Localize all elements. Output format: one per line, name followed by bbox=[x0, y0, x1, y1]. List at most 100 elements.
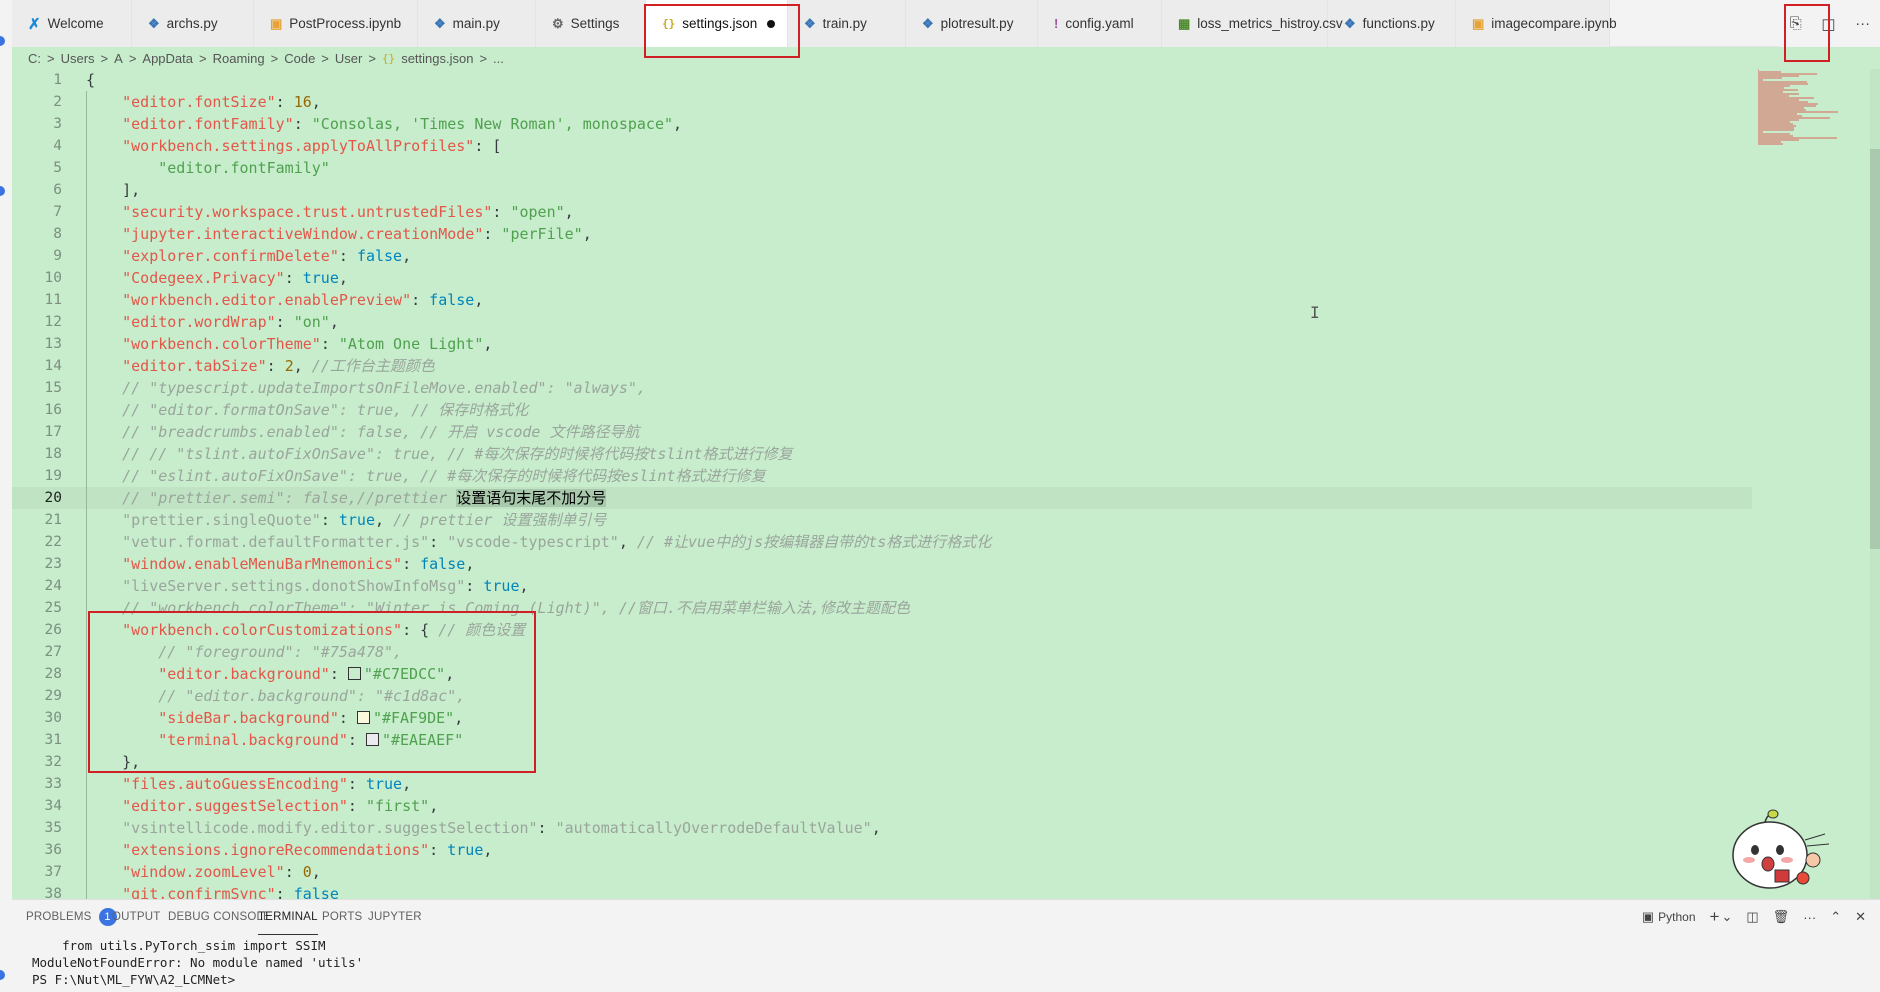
code-token: "editor.suggestSelection" bbox=[122, 797, 348, 815]
more-actions-icon[interactable]: ··· bbox=[1855, 15, 1870, 32]
code-line[interactable]: 17 // "breadcrumbs.enabled": false, // 开… bbox=[12, 421, 1752, 443]
open-changes-icon[interactable]: ⎘ bbox=[1790, 15, 1802, 32]
mascot-sticker-icon bbox=[1732, 809, 1830, 889]
chevron-down-icon[interactable]: ⌄ bbox=[1721, 909, 1732, 925]
breadcrumb-item[interactable]: A bbox=[114, 51, 123, 66]
tab-main-py[interactable]: ❖ main.py bbox=[418, 0, 536, 47]
breadcrumb-item[interactable]: settings.json bbox=[401, 51, 473, 66]
code-line[interactable]: 8 "jupyter.interactiveWindow.creationMod… bbox=[12, 223, 1752, 245]
split-editor-icon[interactable]: ◫ bbox=[1821, 15, 1835, 33]
panel-tab-problems[interactable]: PROBLEMS 1 bbox=[26, 900, 117, 934]
minimap[interactable] bbox=[1754, 69, 1854, 149]
panel-tab-debug-console[interactable]: DEBUG CONSOLE bbox=[168, 900, 271, 934]
line-number: 8 bbox=[53, 226, 62, 242]
code-line[interactable]: 38 "git.confirmSync": false bbox=[12, 883, 1752, 899]
code-line[interactable]: 34 "editor.suggestSelection": "first", bbox=[12, 795, 1752, 817]
code-token: : bbox=[284, 863, 303, 881]
terminal-name[interactable]: Python bbox=[1658, 910, 1695, 924]
code-line[interactable]: 23 "window.enableMenuBarMnemonics": fals… bbox=[12, 553, 1752, 575]
tab-archs-py[interactable]: ❖ archs.py bbox=[132, 0, 254, 47]
code-line[interactable]: 6 ], bbox=[12, 179, 1752, 201]
code-line[interactable]: 37 "window.zoomLevel": 0, bbox=[12, 861, 1752, 883]
code-editor[interactable]: 38 "git.confirmSync": false 37 "window.zo… bbox=[12, 69, 1880, 899]
color-swatch-icon[interactable] bbox=[365, 732, 379, 746]
tab-plotresult-py[interactable]: ❖ plotresult.py bbox=[906, 0, 1038, 47]
code-text: // "eslint.autoFixOnSave": true, // #每次保… bbox=[86, 465, 765, 487]
code-line[interactable]: 13 "workbench.colorTheme": "Atom One Lig… bbox=[12, 333, 1752, 355]
tab-postprocess-ipynb[interactable]: ▣ PostProcess.ipynb bbox=[254, 0, 418, 47]
code-line[interactable]: 9 "explorer.confirmDelete": false, bbox=[12, 245, 1752, 267]
code-line[interactable]: 15 // "typescript.updateImportsOnFileMov… bbox=[12, 377, 1752, 399]
trash-icon[interactable]: 🗑 bbox=[1773, 909, 1790, 925]
breadcrumb-item[interactable]: AppData bbox=[142, 51, 193, 66]
code-line[interactable]: 12 "editor.wordWrap": "on", bbox=[12, 311, 1752, 333]
code-token: true bbox=[302, 269, 339, 287]
indent-guide bbox=[86, 91, 87, 899]
breadcrumb-item[interactable]: C: bbox=[28, 51, 41, 66]
breadcrumb-item[interactable]: ... bbox=[493, 51, 504, 66]
code-line[interactable]: 10 "Codegeex.Privacy": true, bbox=[12, 267, 1752, 289]
code-line[interactable]: 16 // "editor.formatOnSave": true, // 保存… bbox=[12, 399, 1752, 421]
code-line[interactable]: 27 // "foreground": "#75a478", bbox=[12, 641, 1752, 663]
code-token: "automaticallyOverrodeDefaultValue" bbox=[555, 819, 872, 837]
code-line[interactable]: 22 "vetur.format.defaultFormatter.js": "… bbox=[12, 531, 1752, 553]
split-terminal-icon[interactable]: ◫ bbox=[1746, 909, 1758, 925]
tab-functions-py[interactable]: ❖ functions.py bbox=[1328, 0, 1456, 47]
code-line[interactable]: 33 "files.autoGuessEncoding": true, bbox=[12, 773, 1752, 795]
code-line[interactable]: 21 "prettier.singleQuote": true, // pret… bbox=[12, 509, 1752, 531]
tab-train-py[interactable]: ❖ train.py bbox=[788, 0, 906, 47]
code-line[interactable]: 28 "editor.background": "#C7EDCC", bbox=[12, 663, 1752, 685]
terminal-icon[interactable]: ▣ bbox=[1642, 909, 1654, 925]
code-line[interactable]: 14 "editor.tabSize": 2, //工作台主题颜色 bbox=[12, 355, 1752, 377]
tab-loss-metrics-histroy-csv[interactable]: ▦ loss_metrics_histroy.csv bbox=[1162, 0, 1343, 47]
code-line[interactable]: 2 "editor.fontSize": 16, bbox=[12, 91, 1752, 113]
code-line[interactable]: 26 "workbench.colorCustomizations": { //… bbox=[12, 619, 1752, 641]
code-line[interactable]: 30 "sideBar.background": "#FAF9DE", bbox=[12, 707, 1752, 729]
code-line[interactable]: 3 "editor.fontFamily": "Consolas, 'Times… bbox=[12, 113, 1752, 135]
tab-config-yaml[interactable]: ! config.yaml bbox=[1038, 0, 1162, 47]
breadcrumb-item[interactable]: User bbox=[335, 51, 362, 66]
code-line[interactable]: 24 "liveServer.settings.donotShowInfoMsg… bbox=[12, 575, 1752, 597]
line-number: 33 bbox=[44, 776, 62, 792]
line-number: 34 bbox=[44, 798, 62, 814]
code-line[interactable]: 11 "workbench.editor.enablePreview": fal… bbox=[12, 289, 1752, 311]
code-line[interactable]: 7 "security.workspace.trust.untrustedFil… bbox=[12, 201, 1752, 223]
code-line[interactable]: 18 // // "tslint.autoFixOnSave": true, /… bbox=[12, 443, 1752, 465]
code-line[interactable]: 20 // "prettier.semi": false,//prettier … bbox=[12, 487, 1752, 509]
color-swatch-icon[interactable] bbox=[347, 666, 361, 680]
tab-settings-json[interactable]: {} settings.json bbox=[646, 0, 788, 47]
add-terminal-icon[interactable]: + bbox=[1710, 907, 1720, 927]
code-line[interactable]: 35 "vsintellicode.modify.editor.suggestS… bbox=[12, 817, 1752, 839]
more-actions-icon[interactable]: ··· bbox=[1803, 910, 1816, 925]
close-panel-icon[interactable]: ✕ bbox=[1855, 909, 1866, 925]
unsaved-dot-icon[interactable] bbox=[767, 19, 776, 28]
panel-tab-output[interactable]: OUTPUT bbox=[112, 900, 160, 934]
breadcrumb-item[interactable]: Code bbox=[284, 51, 315, 66]
breadcrumb-item[interactable]: Roaming bbox=[213, 51, 265, 66]
code-line[interactable]: 25 // "workbench.colorTheme": "Winter is… bbox=[12, 597, 1752, 619]
code-line[interactable]: 31 "terminal.background": "#EAEAEF" bbox=[12, 729, 1752, 751]
tab-welcome[interactable]: ✗ Welcome bbox=[12, 0, 132, 47]
code-line[interactable]: 29 // "editor.background": "#c1d8ac", bbox=[12, 685, 1752, 707]
tab-settings[interactable]: ⚙ Settings bbox=[536, 0, 646, 47]
terminal-line[interactable]: PS F:\Nut\ML_FYW\A2_LCMNet> bbox=[32, 972, 235, 987]
scrollbar-thumb[interactable] bbox=[1870, 149, 1880, 549]
editor-scrollbar[interactable] bbox=[1870, 69, 1880, 899]
code-token: 0 bbox=[302, 863, 312, 881]
code-line[interactable]: 5 "editor.fontFamily" bbox=[12, 157, 1752, 179]
panel-tab-jupyter[interactable]: JUPYTER bbox=[368, 900, 422, 934]
breadcrumb-item[interactable]: Users bbox=[61, 51, 95, 66]
panel-tab-terminal[interactable]: TERMINAL bbox=[258, 900, 318, 935]
tab-imagecompare-ipynb[interactable]: ▣ imagecompare.ipynb bbox=[1456, 0, 1617, 47]
code-line[interactable]: 19 // "eslint.autoFixOnSave": true, // #… bbox=[12, 465, 1752, 487]
panel-tab-ports[interactable]: PORTS bbox=[322, 900, 362, 934]
code-line[interactable]: 4 "workbench.settings.applyToAllProfiles… bbox=[12, 135, 1752, 157]
color-swatch-icon[interactable] bbox=[356, 710, 370, 724]
code-line[interactable]: 32 }, bbox=[12, 751, 1752, 773]
code-line[interactable]: 36 "extensions.ignoreRecommendations": t… bbox=[12, 839, 1752, 861]
maximize-panel-icon[interactable]: ⌃ bbox=[1830, 909, 1841, 925]
code-line[interactable]: 1{ bbox=[12, 69, 1752, 91]
